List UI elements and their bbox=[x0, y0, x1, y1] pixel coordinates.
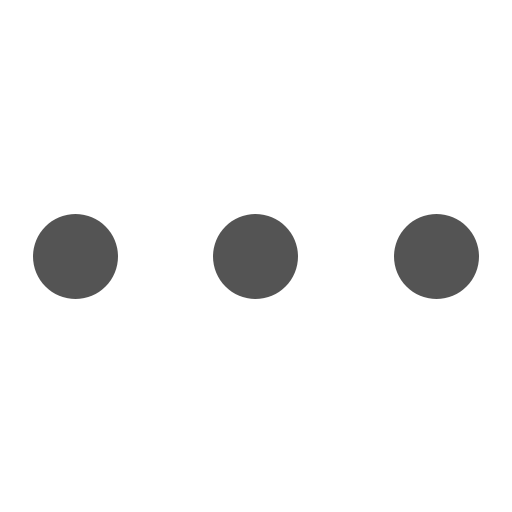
more-options-button[interactable] bbox=[0, 0, 512, 512]
dot-right bbox=[394, 214, 479, 299]
icon-canvas bbox=[0, 0, 512, 512]
dot-left bbox=[33, 214, 118, 299]
dot-middle bbox=[213, 214, 298, 299]
